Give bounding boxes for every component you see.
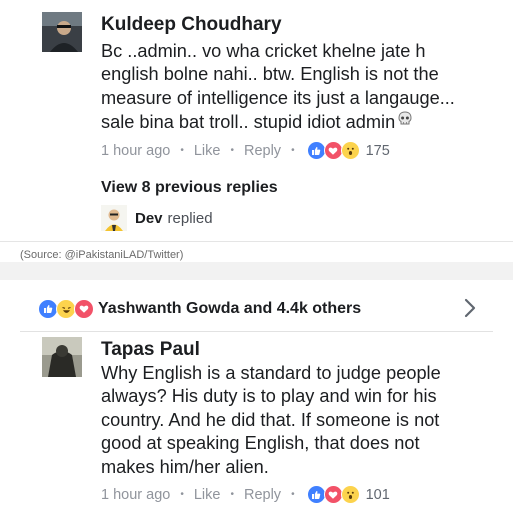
latest-reply-row[interactable]: Dev replied <box>101 205 213 231</box>
comment-line: makes him/her alien. <box>101 456 269 477</box>
comment-line: Why English is a standard to judge peopl… <box>101 363 441 383</box>
comment-line: measure of intelligence its just a langa… <box>101 87 455 108</box>
comment-text: Why English is a standard to judge peopl… <box>101 362 441 479</box>
comment-meta: 1 hour ago • Like • Reply • 101 <box>101 485 390 504</box>
avatar-kuldeep[interactable] <box>42 12 82 52</box>
avatar-tapas[interactable] <box>42 337 82 377</box>
avatar-dev[interactable] <box>101 205 127 231</box>
view-previous-replies-link[interactable]: View 8 previous replies <box>101 179 278 197</box>
wow-icon <box>340 485 360 504</box>
like-icon <box>306 141 326 160</box>
love-icon <box>323 141 343 160</box>
like-icon <box>306 485 326 504</box>
love-icon <box>323 485 343 504</box>
haha-icon <box>56 299 76 319</box>
section-separator <box>0 262 513 280</box>
comment-line-text: sale bina bat troll.. stupid idiot admin <box>101 111 396 132</box>
comment-line: good at speaking English, that does not <box>101 433 420 454</box>
like-button[interactable]: Like <box>194 487 221 503</box>
reaction-count: 101 <box>365 486 390 503</box>
reactions-summary-text[interactable]: Yashwanth Gowda and 4.4k others <box>98 300 361 318</box>
reaction-count: 175 <box>365 142 390 159</box>
comment-line: sale bina bat troll.. stupid idiot admin <box>101 110 455 134</box>
comment-author-name[interactable]: Tapas Paul <box>101 339 200 361</box>
comment-text: Bc ..admin.. vo wha cricket khelne jate … <box>101 40 455 135</box>
comment-line: country. And he did that. If someone is … <box>101 409 440 430</box>
chevron-right-icon[interactable] <box>463 297 477 324</box>
replied-label: replied <box>167 209 213 227</box>
divider <box>0 241 513 242</box>
divider <box>20 331 493 332</box>
reaction-summary[interactable]: 101 <box>306 485 390 504</box>
like-button[interactable]: Like <box>194 143 221 159</box>
reply-author-name[interactable]: Dev <box>135 210 163 227</box>
reply-button[interactable]: Reply <box>244 143 281 159</box>
comment-line: english bolne nahi.. btw. English is not… <box>101 64 439 85</box>
post-reactions-bar[interactable]: Yashwanth Gowda and 4.4k others <box>0 292 513 326</box>
comment-line: always? His duty is to play and win for … <box>101 386 437 407</box>
reaction-icons <box>38 299 94 319</box>
comment-timestamp[interactable]: 1 hour ago <box>101 143 170 159</box>
reply-button[interactable]: Reply <box>244 487 281 503</box>
source-caption: (Source: @iPakistaniLAD/Twitter) <box>20 249 184 261</box>
wow-icon <box>340 141 360 160</box>
love-icon <box>74 299 94 319</box>
comment-meta: 1 hour ago • Like • Reply • 175 <box>101 141 390 160</box>
comment-author-name[interactable]: Kuldeep Choudhary <box>101 14 282 36</box>
like-icon <box>38 299 58 319</box>
comment-timestamp[interactable]: 1 hour ago <box>101 487 170 503</box>
skull-icon <box>396 110 414 134</box>
reaction-summary[interactable]: 175 <box>306 141 390 160</box>
comment-line: Bc ..admin.. vo wha cricket khelne jate … <box>101 41 426 61</box>
